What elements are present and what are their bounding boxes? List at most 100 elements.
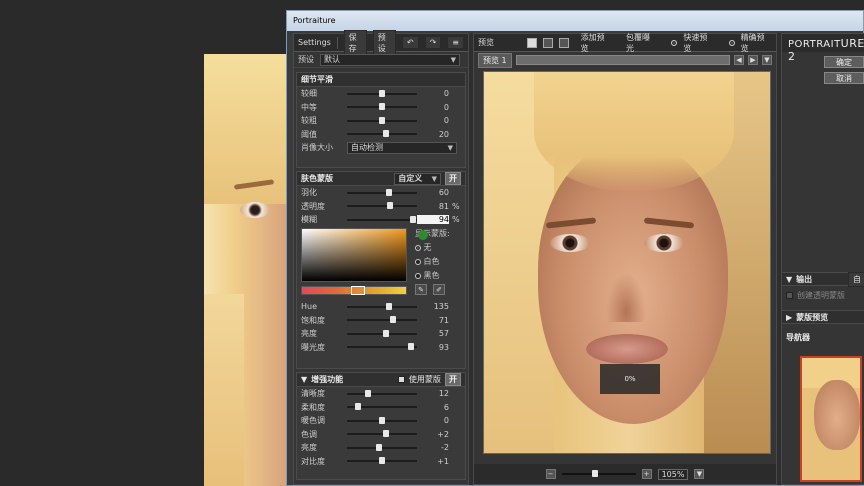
window-titlebar[interactable]: Portraiture: [287, 11, 863, 31]
slider-knob[interactable]: [379, 116, 385, 124]
slider-knob[interactable]: [354, 403, 361, 411]
slider-knob[interactable]: [379, 103, 385, 111]
preview-image[interactable]: 0%: [483, 71, 771, 454]
tab-scroll-left-icon[interactable]: ◀: [734, 55, 744, 65]
slider-track[interactable]: [347, 389, 417, 397]
slider-knob[interactable]: [379, 457, 385, 465]
slider-value[interactable]: 0: [417, 116, 449, 125]
slider-knob[interactable]: [387, 202, 394, 210]
ok-button[interactable]: 确定: [824, 56, 864, 68]
display-option-white[interactable]: 白色: [415, 256, 450, 267]
slider-value[interactable]: 6: [417, 403, 449, 412]
slider-track[interactable]: [347, 403, 417, 411]
slider-track[interactable]: [347, 302, 417, 310]
slider-knob[interactable]: [382, 430, 389, 438]
single-view-icon[interactable]: [527, 37, 537, 48]
display-option-none[interactable]: 无: [415, 242, 450, 253]
eyedropper-add-icon[interactable]: ✐: [433, 284, 445, 295]
slider-value[interactable]: 12: [417, 389, 449, 398]
zoom-slider-knob[interactable]: [591, 470, 598, 477]
slider-knob[interactable]: [382, 329, 389, 337]
portrait-size-select[interactable]: 自动检测 ▼: [347, 141, 457, 154]
slider-knob[interactable]: [409, 215, 416, 223]
enhancement-header[interactable]: ▼ 增强功能 使用蒙版 开: [297, 373, 465, 387]
slider-knob[interactable]: [379, 89, 385, 97]
slider-value[interactable]: 0: [417, 89, 449, 98]
skin-mask-header[interactable]: 肤色蒙版 自定义 ▼ 开: [297, 172, 465, 186]
slider-track[interactable]: [347, 130, 417, 138]
slider-track[interactable]: [347, 430, 417, 438]
slider-knob[interactable]: [408, 343, 415, 351]
zoom-slider[interactable]: [561, 470, 636, 477]
skin-mask-mode-select[interactable]: 自定义 ▼: [394, 172, 441, 185]
slider-track[interactable]: [347, 416, 417, 424]
slider-value[interactable]: -2: [417, 443, 449, 452]
slider-value[interactable]: 93: [417, 343, 449, 352]
slider-track[interactable]: [347, 89, 417, 97]
cancel-button[interactable]: 取消: [824, 72, 864, 84]
slider-track[interactable]: [347, 116, 417, 124]
slider-value[interactable]: 81: [417, 202, 449, 211]
slider-knob[interactable]: [382, 130, 389, 138]
transparent-mask-option[interactable]: 创建透明蒙版: [786, 290, 845, 301]
hue-range-selector[interactable]: [351, 286, 365, 295]
eyedropper-icon[interactable]: ✎: [415, 284, 427, 295]
slider-knob[interactable]: [389, 316, 396, 324]
slider-value[interactable]: 0: [417, 416, 449, 425]
slider-value[interactable]: +1: [417, 457, 449, 466]
slider-value[interactable]: 20: [417, 130, 449, 139]
radio-icon: [415, 244, 421, 251]
skin-mask-on-button[interactable]: 开: [445, 172, 461, 185]
menu-icon[interactable]: ≡: [447, 36, 464, 49]
slider-value[interactable]: 135: [417, 302, 449, 311]
tab-scroll-right-icon[interactable]: ▶: [748, 55, 758, 65]
split-vertical-icon[interactable]: [558, 37, 569, 48]
slider-track[interactable]: [347, 443, 417, 451]
output-button[interactable]: 自: [848, 271, 864, 287]
split-horizontal-icon[interactable]: [542, 37, 553, 48]
clip-exposure-button[interactable]: 包覆曝光: [626, 32, 657, 54]
add-preview-button[interactable]: 添加预览: [581, 32, 612, 54]
slider-knob[interactable]: [375, 443, 382, 451]
display-option-black[interactable]: 黑色: [415, 270, 450, 281]
slider-value[interactable]: 60: [417, 188, 449, 197]
slider-knob[interactable]: [386, 302, 392, 310]
tab-menu-icon[interactable]: ▼: [762, 55, 772, 65]
slider-track[interactable]: [347, 188, 417, 196]
preset-select[interactable]: 默认 ▼: [320, 53, 460, 66]
slider-value[interactable]: 94: [417, 215, 449, 225]
color-picker-area[interactable]: [301, 228, 407, 282]
slider-knob[interactable]: [379, 416, 385, 424]
enhancement-on-button[interactable]: 开: [445, 373, 461, 386]
slider-track[interactable]: [347, 343, 417, 351]
fast-preview-radio[interactable]: [671, 39, 678, 46]
slider-track[interactable]: [347, 316, 417, 324]
redo-icon[interactable]: ↷: [424, 36, 442, 49]
undo-icon[interactable]: ↶: [401, 36, 419, 49]
output-section-header[interactable]: ▼ 输出 自: [782, 271, 864, 287]
zoom-out-icon[interactable]: −: [545, 469, 556, 479]
slider-track[interactable]: [347, 103, 417, 111]
slider-track[interactable]: [347, 329, 417, 337]
tab-preview-1[interactable]: 预览 1: [478, 52, 512, 68]
slider-value[interactable]: 71: [417, 316, 449, 325]
mask-preview-header[interactable]: ▶ 蒙版预览: [782, 310, 864, 324]
slider-value[interactable]: 0: [417, 103, 449, 112]
preset-button[interactable]: 预设: [372, 29, 396, 56]
save-button[interactable]: 保存: [343, 29, 367, 56]
detail-smoothing-header[interactable]: 细节平滑: [297, 73, 465, 87]
slider-value[interactable]: 57: [417, 329, 449, 338]
slider-track[interactable]: [347, 457, 417, 465]
accurate-preview-radio[interactable]: [728, 39, 735, 46]
slider-track[interactable]: [347, 202, 417, 210]
transparent-mask-checkbox[interactable]: [786, 292, 793, 299]
slider-track[interactable]: [347, 215, 417, 223]
zoom-menu-icon[interactable]: ▼: [694, 469, 705, 479]
slider-knob[interactable]: [386, 188, 392, 196]
zoom-level[interactable]: 105%: [657, 468, 689, 480]
slider-value[interactable]: +2: [417, 430, 449, 439]
use-mask-checkbox[interactable]: [398, 376, 405, 383]
zoom-in-icon[interactable]: +: [641, 469, 652, 479]
slider-knob[interactable]: [365, 389, 371, 397]
navigator-thumbnail[interactable]: [800, 356, 862, 482]
